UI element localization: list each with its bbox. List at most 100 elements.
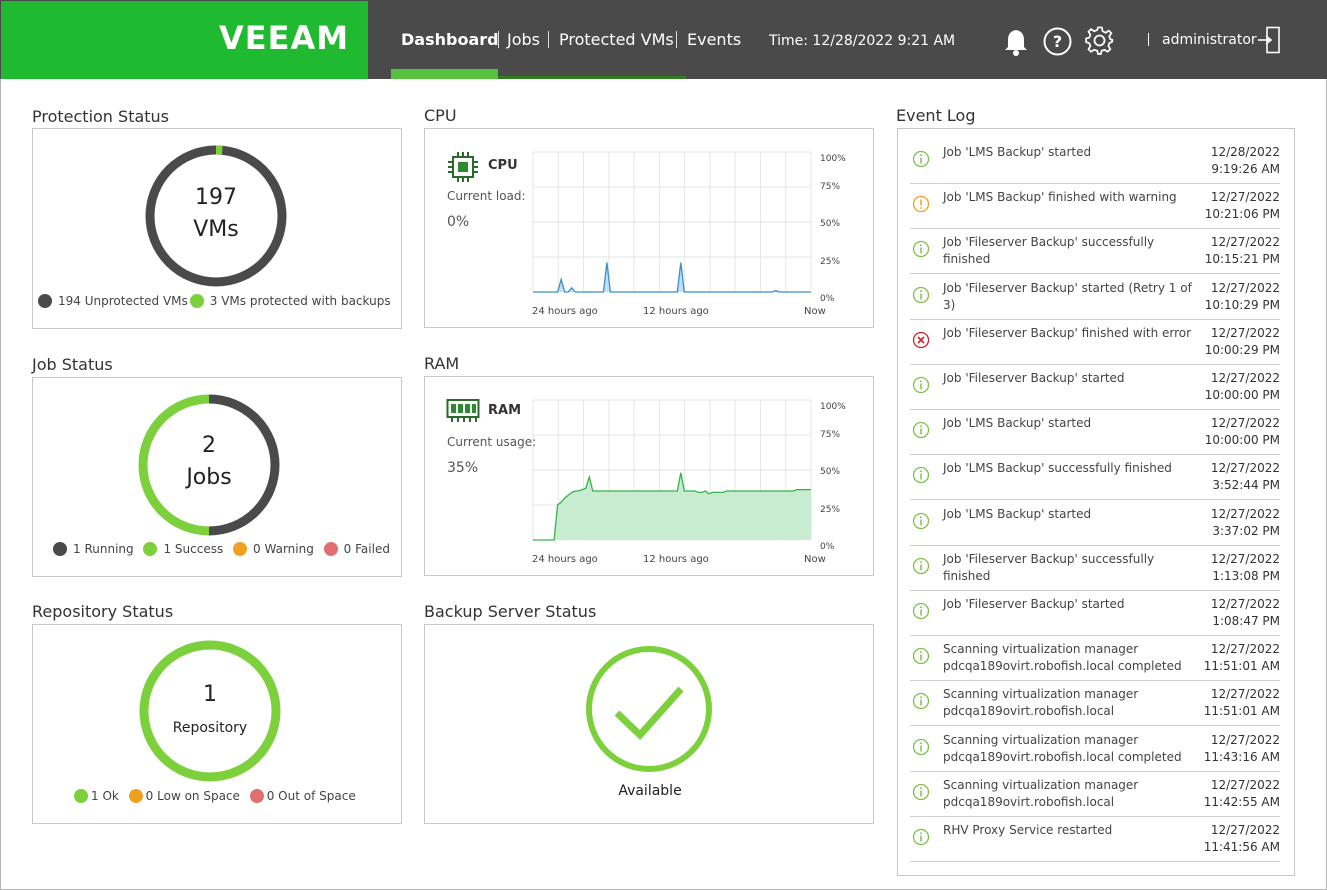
ram-ytick: 25% bbox=[820, 505, 841, 515]
repository-ring bbox=[139, 640, 281, 782]
protected-label: 3 VMs protected with backups bbox=[209, 294, 391, 308]
event-row[interactable]: Scanning virtualization manager pdcqa189… bbox=[910, 636, 1280, 682]
logo-area: VEEAM bbox=[1, 1, 368, 79]
event-text: Job 'LMS Backup' finished with warning bbox=[943, 190, 1177, 205]
running-label: 1 Running bbox=[73, 542, 134, 556]
event-date: 12/28/2022 bbox=[1210, 145, 1280, 159]
event-time: 10:00:29 PM bbox=[1204, 342, 1280, 357]
event-row[interactable]: Scanning virtualization manager pdcqa189… bbox=[910, 727, 1280, 772]
low-space-dot bbox=[128, 789, 143, 803]
username[interactable]: administrator bbox=[1162, 32, 1257, 48]
vm-unit: VMs bbox=[193, 217, 239, 242]
info-icon bbox=[912, 467, 930, 484]
job-legend: 1 Running 1 Success 0 Warning 0 Failed bbox=[53, 542, 390, 556]
event-text: Job 'LMS Backup' started bbox=[943, 416, 1092, 431]
nav-protected-vms[interactable]: Protected VMs bbox=[559, 30, 674, 49]
cpu-load-label: Current load: bbox=[447, 189, 526, 203]
event-text: Scanning virtualization manager pdcqa189… bbox=[943, 777, 1139, 809]
check-circle-icon bbox=[586, 646, 712, 772]
event-row[interactable]: Job 'LMS Backup' successfully finished 12… bbox=[910, 455, 1280, 501]
info-icon bbox=[912, 557, 930, 574]
event-text: Job 'Fileserver Backup' started (Retry 1… bbox=[943, 280, 1192, 312]
event-date: 12/27/2022 bbox=[1210, 506, 1280, 521]
event-date: 12/27/2022 bbox=[1210, 777, 1280, 792]
event-time: 11:42:55 AM bbox=[1203, 794, 1280, 809]
logout-icon[interactable] bbox=[1257, 26, 1281, 54]
series-area bbox=[533, 472, 811, 540]
event-log-panel[interactable]: Job 'LMS Backup' started 12/28/2022 9:19:2… bbox=[897, 128, 1295, 876]
help-icon[interactable]: ? bbox=[1043, 27, 1072, 56]
info-icon bbox=[912, 150, 930, 168]
event-time: 10:15:21 PM bbox=[1204, 252, 1280, 267]
event-date: 12/27/2022 bbox=[1210, 325, 1280, 340]
active-tab-indicator bbox=[391, 69, 498, 79]
event-time: 11:43:16 AM bbox=[1203, 749, 1280, 764]
event-row[interactable]: Scanning virtualization manager pdcqa189… bbox=[910, 681, 1280, 727]
ram-label: RAM bbox=[488, 403, 522, 418]
settings-icon[interactable] bbox=[1085, 26, 1115, 56]
event-row[interactable]: Job 'LMS Backup' started 12/27/2022 3:37:0… bbox=[910, 501, 1280, 546]
cpu-ytick: 25% bbox=[820, 257, 841, 267]
event-row[interactable]: Job 'Fileserver Backup' started 12/27/202… bbox=[910, 591, 1280, 636]
vm-count: 197 bbox=[195, 185, 237, 210]
unprotected-label: 194 Unprotected VMs bbox=[58, 294, 188, 308]
event-date: 12/27/2022 bbox=[1210, 461, 1280, 476]
cpu-xtick: 12 hours ago bbox=[643, 306, 709, 317]
nav-separator bbox=[676, 31, 677, 48]
event-row[interactable]: Job 'Fileserver Backup' finished with er… bbox=[910, 320, 1280, 365]
success-dot bbox=[143, 542, 158, 556]
veeam-logo: VEEAM bbox=[219, 19, 350, 57]
event-row[interactable]: Job 'LMS Backup' started 12/28/2022 9:19:2… bbox=[910, 139, 1280, 184]
cpu-ytick: 0% bbox=[820, 294, 835, 304]
event-timestamp: 12/28/2022 9:19:26 AM bbox=[1190, 144, 1280, 178]
event-timestamp: 12/27/2022 10:00:29 PM bbox=[1190, 325, 1280, 359]
event-text: Job 'Fileserver Backup' successfully fin… bbox=[943, 235, 1155, 267]
info-icon bbox=[912, 376, 930, 394]
info-icon bbox=[912, 241, 930, 258]
event-date: 12/27/2022 bbox=[1210, 687, 1280, 702]
info-icon bbox=[912, 828, 930, 846]
event-row[interactable]: Job 'Fileserver Backup' successfully fin… bbox=[910, 229, 1280, 275]
event-time: 9:19:26 AM bbox=[1211, 162, 1280, 176]
svg-text:?: ? bbox=[1053, 32, 1062, 51]
nav-jobs[interactable]: Jobs bbox=[507, 30, 540, 49]
cpu-panel: CPU Current load: 0% 100% 75% 50% 25% 0%… bbox=[424, 128, 874, 328]
cpu-load-value: 0% bbox=[447, 214, 470, 230]
repository-count: 1 bbox=[203, 682, 217, 707]
event-time: 10:00:00 PM bbox=[1204, 433, 1280, 448]
event-text: Job 'Fileserver Backup' successfully fin… bbox=[943, 551, 1155, 583]
bell-icon[interactable] bbox=[1002, 26, 1030, 56]
top-bar: VEEAM Dashboard Jobs Protected VMs Event… bbox=[0, 0, 1327, 79]
info-icon bbox=[912, 512, 930, 529]
user-separator bbox=[1148, 33, 1149, 46]
cpu-section-title: CPU bbox=[424, 106, 457, 125]
event-row[interactable]: Job 'LMS Backup' finished with warning 12… bbox=[910, 184, 1280, 230]
event-timestamp: 12/27/2022 10:00:00 PM bbox=[1190, 370, 1280, 404]
event-date: 12/27/2022 bbox=[1210, 280, 1280, 295]
repository-unit: Repository bbox=[172, 720, 248, 736]
backup-server-status-title: Backup Server Status bbox=[424, 602, 597, 621]
running-dot bbox=[53, 542, 67, 556]
repository-status-panel: 1 Repository 1 Ok 0 Low on Space 0 Out o… bbox=[32, 624, 402, 824]
failed-dot bbox=[323, 542, 338, 556]
event-row[interactable]: Scanning virtualization manager pdcqa189… bbox=[910, 772, 1280, 817]
event-time: 11:51:01 AM bbox=[1203, 704, 1280, 719]
ram-panel: RAM Current usage: 35% 100% 75% 50% 25% … bbox=[424, 376, 874, 576]
event-date: 12/27/2022 bbox=[1210, 642, 1280, 657]
event-timestamp: 12/27/2022 3:52:44 PM bbox=[1190, 460, 1280, 494]
event-row[interactable]: Job 'Fileserver Backup' started 12/27/202… bbox=[910, 365, 1280, 410]
job-status-title: Job Status bbox=[32, 355, 113, 374]
protected-dot bbox=[189, 294, 204, 308]
event-row[interactable]: Job 'Fileserver Backup' started (Retry 1… bbox=[910, 275, 1280, 320]
event-row[interactable]: RHV Proxy Service restarted 12/27/2022 11:… bbox=[910, 817, 1280, 862]
event-row[interactable]: Job 'LMS Backup' started 12/27/2022 10:00:… bbox=[910, 410, 1280, 456]
job-unit: Jobs bbox=[186, 465, 232, 490]
nav-dashboard[interactable]: Dashboard bbox=[401, 30, 499, 49]
event-timestamp: 12/27/2022 10:15:21 PM bbox=[1190, 234, 1280, 268]
event-text: Job 'LMS Backup' successfully finished bbox=[943, 461, 1172, 476]
event-text: Job 'Fileserver Backup' started bbox=[943, 597, 1125, 611]
event-row[interactable]: Job 'Fileserver Backup' successfully fin… bbox=[910, 546, 1280, 591]
nav-events[interactable]: Events bbox=[687, 30, 741, 49]
event-time: 3:52:44 PM bbox=[1212, 478, 1280, 493]
event-timestamp: 12/27/2022 1:08:47 PM bbox=[1190, 596, 1280, 630]
